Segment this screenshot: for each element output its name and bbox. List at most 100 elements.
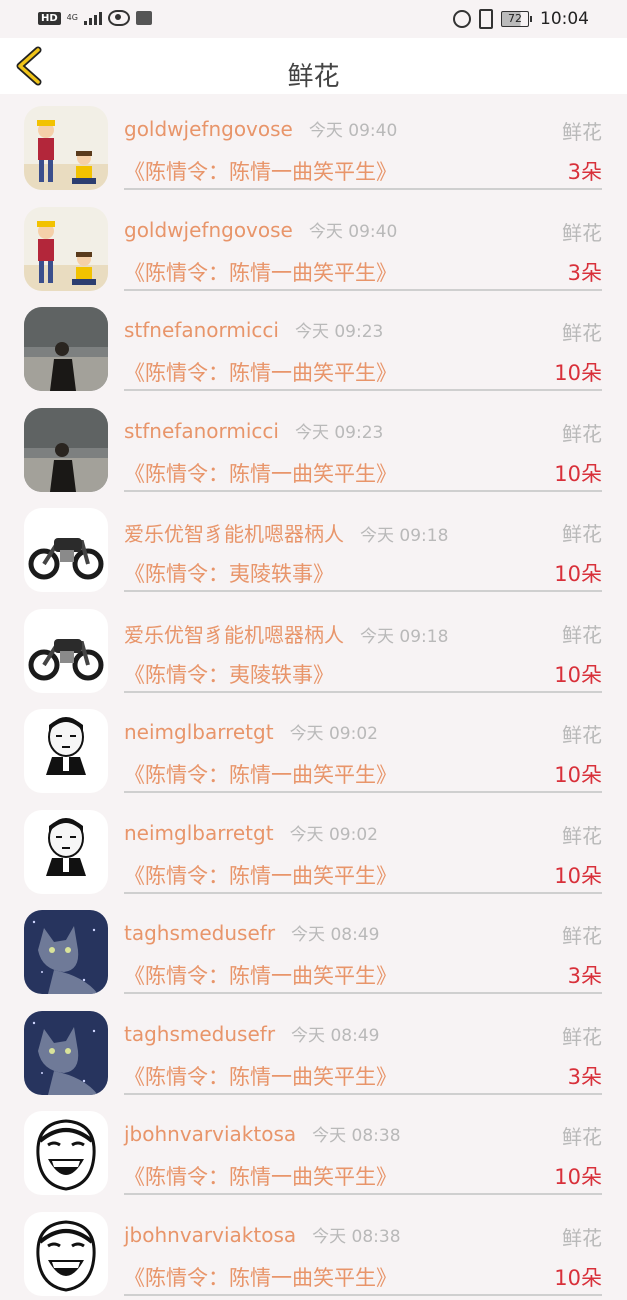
gift-list-item[interactable]: neimglbarretgt今天 09:02 鲜花《陈情令：陈情一曲笑平生》 10朵 <box>0 697 627 798</box>
gift-list-item[interactable]: stfnefanormicci今天 09:23 鲜花《陈情令：陈情一曲笑平生》 10… <box>0 295 627 396</box>
gift-list-item[interactable]: 爱乐优智豸能机嗯器柄人今天 09:18鲜花《陈情令：夷陵轶事》10朵 <box>0 496 627 597</box>
gift-quantity: 3朵 <box>568 156 602 186</box>
network-type: 4G <box>67 14 78 22</box>
page-title: 鲜花 <box>0 56 627 93</box>
gift-list-item[interactable]: jbohnvarviaktosa 今天 08:38 鲜花《陈情令：陈情一曲笑平生》 1… <box>0 1200 627 1300</box>
gift-quantity: 10朵 <box>554 1161 602 1191</box>
gift-quantity: 10朵 <box>554 860 602 890</box>
username-line: taghsmedusefr今天 08:49 <box>124 920 379 945</box>
book-title-link[interactable]: 《陈情令：夷陵轶事》 <box>124 659 334 689</box>
username-line: goldwjefngovose 今天 09:40 <box>124 217 397 242</box>
gift-list-item[interactable]: taghsmedusefr 今天 08:49 鲜花《陈情令：陈情一曲笑平生》 3朵 <box>0 999 627 1100</box>
cat-avatar[interactable] <box>24 910 108 994</box>
username[interactable]: goldwjefngovose <box>124 218 293 242</box>
divider <box>124 590 602 592</box>
gift-time: 今天 08:49 <box>291 1026 379 1046</box>
username[interactable]: stfnefanormicci <box>124 318 279 342</box>
username[interactable]: neimglbarretgt <box>124 821 274 845</box>
gift-quantity: 10朵 <box>554 558 602 588</box>
status-bar: HD 4G 72 10:04 <box>0 0 627 38</box>
username[interactable]: taghsmedusefr <box>124 921 275 945</box>
book-title-link[interactable]: 《陈情令：陈情一曲笑平生》 <box>124 156 397 186</box>
gift-time: 今天 08:38 <box>312 1126 400 1146</box>
book-title-link[interactable]: 《陈情令：陈情一曲笑平生》 <box>124 1262 397 1292</box>
gift-time: 今天 08:38 <box>312 1227 400 1247</box>
username-line: stfnefanormicci今天 09:23 <box>124 418 383 443</box>
username-line: 爱乐优智豸能机嗯器柄人今天 09:18 <box>124 518 448 547</box>
gift-type: 鲜花 <box>562 418 602 447</box>
gift-type: 鲜花 <box>562 217 602 246</box>
username[interactable]: jbohnvarviaktosa <box>124 1223 296 1247</box>
motorcycle-avatar[interactable] <box>24 508 108 592</box>
gift-list-item[interactable]: goldwjefngovose今天 09:40鲜花《陈情令：陈情一曲笑平生》3朵 <box>0 94 627 195</box>
book-title-link[interactable]: 《陈情令：陈情一曲笑平生》 <box>124 759 397 789</box>
gift-quantity: 10朵 <box>554 1262 602 1292</box>
gift-list-item[interactable]: neimglbarretgt今天 09:02鲜花《陈情令：陈情一曲笑平生》10朵 <box>0 798 627 899</box>
username[interactable]: 爱乐优智豸能机嗯器柄人 <box>124 522 344 546</box>
gift-list-item[interactable]: jbohnvarviaktosa今天 08:38鲜花《陈情令：陈情一曲笑平生》1… <box>0 1099 627 1200</box>
gift-type: 鲜花 <box>562 1021 602 1050</box>
gift-quantity: 3朵 <box>568 1061 602 1091</box>
cartoon-kids-avatar[interactable] <box>24 106 108 190</box>
divider <box>124 188 602 190</box>
alarm-icon <box>453 10 471 28</box>
cartoon-kids-avatar[interactable] <box>24 207 108 291</box>
gift-time: 今天 09:40 <box>309 222 397 242</box>
vibrate-icon <box>479 9 493 29</box>
gift-type: 鲜花 <box>562 619 602 648</box>
username[interactable]: 爱乐优智豸能机嗯器柄人 <box>124 623 344 647</box>
username-line: taghsmedusefr 今天 08:49 <box>124 1021 379 1046</box>
divider <box>124 490 602 492</box>
book-title-link[interactable]: 《陈情令：陈情一曲笑平生》 <box>124 257 397 287</box>
divider <box>124 1294 602 1296</box>
gift-time: 今天 09:02 <box>290 825 378 845</box>
divider <box>124 389 602 391</box>
laughing-meme-avatar[interactable] <box>24 1111 108 1195</box>
book-title-link[interactable]: 《陈情令：陈情一曲笑平生》 <box>124 860 397 890</box>
book-title-link[interactable]: 《陈情令：陈情一曲笑平生》 <box>124 357 397 387</box>
book-title-link[interactable]: 《陈情令：夷陵轶事》 <box>124 558 334 588</box>
gift-type: 鲜花 <box>562 1222 602 1251</box>
gift-quantity: 10朵 <box>554 458 602 488</box>
divider <box>124 1093 602 1095</box>
app-notification-icon <box>136 11 152 25</box>
cloudy-sky-person-avatar[interactable] <box>24 408 108 492</box>
gift-list-item[interactable]: stfnefanormicci今天 09:23 鲜花《陈情令：陈情一曲笑平生》 10… <box>0 396 627 497</box>
status-right: 72 10:04 <box>453 9 589 29</box>
book-title-link[interactable]: 《陈情令：陈情一曲笑平生》 <box>124 1161 397 1191</box>
gift-type: 鲜花 <box>562 920 602 949</box>
gift-quantity: 10朵 <box>554 759 602 789</box>
cartoon-face-avatar[interactable] <box>24 709 108 793</box>
gift-list-item[interactable]: 爱乐优智豸能机嗯器柄人今天 09:18鲜花《陈情令：夷陵轶事》10朵 <box>0 597 627 698</box>
cartoon-face-avatar[interactable] <box>24 810 108 894</box>
motorcycle-avatar[interactable] <box>24 609 108 693</box>
gift-time: 今天 09:40 <box>309 121 397 141</box>
gift-type: 鲜花 <box>562 317 602 346</box>
gift-list: goldwjefngovose今天 09:40鲜花《陈情令：陈情一曲笑平生》3朵… <box>0 94 627 1300</box>
gift-list-item[interactable]: taghsmedusefr今天 08:49鲜花《陈情令：陈情一曲笑平生》3朵 <box>0 898 627 999</box>
username[interactable]: goldwjefngovose <box>124 117 293 141</box>
signal-icon <box>84 11 102 25</box>
clock: 10:04 <box>540 9 589 29</box>
divider <box>124 1193 602 1195</box>
gift-list-item[interactable]: goldwjefngovose 今天 09:40 鲜花《陈情令：陈情一曲笑平生》 3朵 <box>0 195 627 296</box>
username[interactable]: taghsmedusefr <box>124 1022 275 1046</box>
battery-icon: 72 <box>501 11 532 27</box>
username-line: neimglbarretgt今天 09:02 <box>124 719 378 744</box>
book-title-link[interactable]: 《陈情令：陈情一曲笑平生》 <box>124 1061 397 1091</box>
username[interactable]: jbohnvarviaktosa <box>124 1122 296 1146</box>
gift-type: 鲜花 <box>562 719 602 748</box>
username-line: stfnefanormicci今天 09:23 <box>124 317 383 342</box>
cloudy-sky-person-avatar[interactable] <box>24 307 108 391</box>
gift-quantity: 3朵 <box>568 257 602 287</box>
cat-avatar[interactable] <box>24 1011 108 1095</box>
navigation-bar: 鲜花 <box>0 38 627 94</box>
divider <box>124 791 602 793</box>
book-title-link[interactable]: 《陈情令：陈情一曲笑平生》 <box>124 960 397 990</box>
username[interactable]: neimglbarretgt <box>124 720 274 744</box>
laughing-meme-avatar[interactable] <box>24 1212 108 1296</box>
username-line: jbohnvarviaktosa 今天 08:38 <box>124 1222 401 1247</box>
gift-quantity: 10朵 <box>554 357 602 387</box>
book-title-link[interactable]: 《陈情令：陈情一曲笑平生》 <box>124 458 397 488</box>
username[interactable]: stfnefanormicci <box>124 419 279 443</box>
